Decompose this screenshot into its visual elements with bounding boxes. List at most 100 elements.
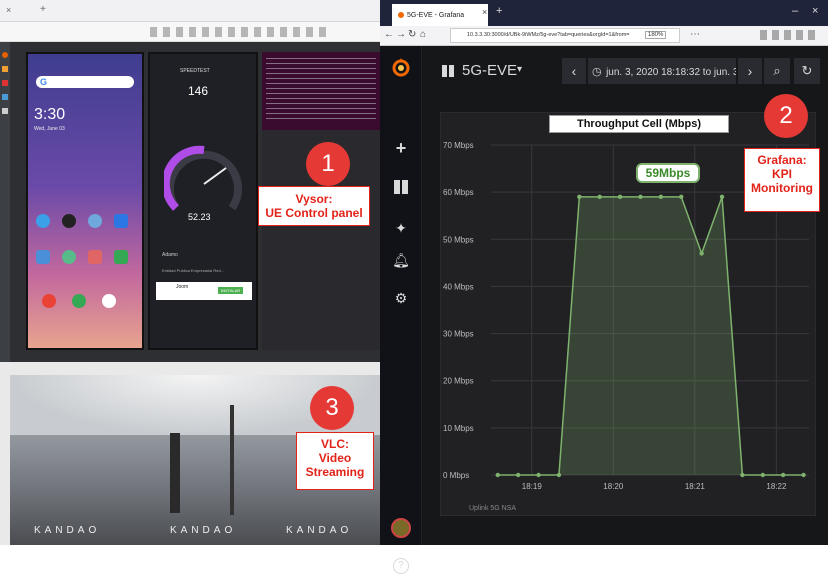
callout-grafana-line1: Grafana:	[757, 153, 807, 167]
firefox-icon[interactable]	[2, 52, 8, 58]
clock-icon: ◷	[592, 66, 602, 78]
app-icon[interactable]	[2, 108, 8, 114]
y-tick-label: 70 Mbps	[443, 141, 474, 150]
y-tick-label: 0 Mbps	[443, 471, 469, 480]
data-point	[780, 472, 786, 478]
new-tab-icon[interactable]: +	[40, 4, 46, 15]
callout-vlc-line1: VLC:	[321, 437, 349, 451]
y-tick-label: 60 Mbps	[443, 188, 474, 197]
ad-banner[interactable]: Joom INSTALAR	[156, 282, 252, 300]
address-bar-row: ← → ↻ ⌂ 10.3.3.30:3000/d/UBk-9iWMz/5g-ev…	[380, 26, 828, 46]
kandao-watermark: KANDAO	[286, 525, 353, 536]
callout-vysor-line1: Vysor:	[295, 192, 333, 206]
toolbar-icons[interactable]	[150, 27, 330, 37]
app-icon[interactable]	[36, 214, 50, 228]
chrome-icon[interactable]	[42, 294, 56, 308]
ping-value: 146	[188, 84, 209, 98]
minimize-icon[interactable]: –	[792, 5, 798, 17]
google-search-bar[interactable]: G	[36, 76, 134, 88]
taskbar-sidebar	[0, 42, 10, 362]
callout-vlc-line2: Video	[318, 451, 352, 465]
forward-icon[interactable]: →	[396, 29, 406, 40]
data-point	[617, 194, 623, 200]
camera-icon[interactable]	[102, 294, 116, 308]
grafana-logo-icon[interactable]	[391, 56, 411, 78]
grafana-favicon	[398, 12, 404, 18]
series-area	[497, 196, 804, 475]
refresh-icon[interactable]: ↻	[794, 58, 820, 84]
url-text: 10.3.3.30:3000/d/UBk-9iWMz/5g-eve?tab=qu…	[467, 32, 630, 38]
dashboards-icon[interactable]	[394, 180, 408, 194]
settings-app-icon[interactable]	[88, 214, 102, 228]
grafana-sidebar: + ✦ 🔔︎ ⚙ ?	[380, 46, 422, 574]
back-icon[interactable]: ←	[384, 29, 394, 40]
app-icon[interactable]	[36, 250, 50, 264]
dashboard-title[interactable]: 5G-EVE	[462, 62, 517, 79]
tab-close-icon[interactable]: ×	[6, 5, 11, 15]
time-range-text: jun. 3, 2020 18:18:32 to jun. 3	[606, 67, 736, 78]
app-icon[interactable]	[62, 250, 76, 264]
url-input[interactable]: 10.3.3.30:3000/d/UBk-9iWMz/5g-eve?tab=qu…	[450, 28, 680, 43]
user-avatar[interactable]	[391, 518, 411, 538]
app-icon[interactable]	[2, 80, 8, 86]
zoom-level[interactable]: 180%	[645, 31, 667, 39]
speedtest-app-icon[interactable]	[62, 214, 76, 228]
provider-name: Adamo	[162, 252, 178, 258]
x-tick-label: 18:22	[766, 482, 787, 491]
home-icon[interactable]: ⌂	[420, 29, 426, 40]
ad-name: Joom	[176, 284, 189, 290]
app-icon[interactable]	[88, 250, 102, 264]
data-point	[740, 472, 745, 478]
app-icon[interactable]	[114, 214, 128, 228]
time-range-picker[interactable]: ◷ jun. 3, 2020 18:18:32 to jun. 3	[588, 58, 736, 84]
callout-vlc: VLC: Video Streaming	[296, 432, 374, 490]
data-point	[597, 194, 602, 200]
new-tab-icon[interactable]: +	[496, 5, 502, 17]
terminal-window[interactable]	[262, 52, 380, 130]
legend-partial: Uplink 5G NSA	[469, 505, 517, 512]
dashboard-dropdown-icon[interactable]: ▾	[517, 64, 522, 75]
plus-icon[interactable]: +	[380, 138, 422, 159]
left-browser-tabbar: × +	[0, 0, 380, 22]
dashboard-grid-icon	[442, 65, 454, 77]
alerting-bell-icon[interactable]: 🔔︎	[380, 252, 422, 269]
kandao-watermark: KANDAO	[34, 525, 101, 536]
time-back-button[interactable]: ‹	[562, 58, 586, 84]
time-forward-button[interactable]: ›	[738, 58, 762, 84]
play-store-icon[interactable]	[114, 250, 128, 264]
app-icon[interactable]	[2, 66, 8, 72]
x-tick-label: 18:21	[685, 482, 706, 491]
explore-compass-icon[interactable]: ✦	[380, 220, 422, 237]
data-point	[760, 472, 765, 478]
phone-clock: 3:30	[34, 106, 66, 123]
configuration-gear-icon[interactable]: ⚙	[380, 290, 422, 307]
data-point	[699, 251, 704, 256]
help-icon[interactable]: ?	[393, 558, 409, 574]
callout-vysor-line2: UE Control panel	[265, 206, 363, 220]
data-point	[638, 194, 643, 200]
data-point	[536, 472, 541, 478]
peak-value-callout: 59Mbps	[636, 163, 700, 183]
phone-speedtest-screen[interactable]: SPEEDTEST 146 52.23 Adamo Entidad Public…	[148, 52, 258, 350]
video-tripod	[230, 405, 234, 515]
data-point	[556, 472, 562, 478]
reload-icon[interactable]: ↻	[408, 29, 416, 40]
install-button[interactable]: INSTALAR	[218, 287, 244, 294]
right-browser-tabbar: 5G-EVE - Grafana × + – ×	[380, 0, 828, 26]
phone-home-screen[interactable]: G 3:30 Wed, June 03	[26, 52, 144, 350]
y-tick-label: 50 Mbps	[443, 235, 474, 244]
speed-value: 52.23	[188, 212, 211, 222]
extension-icons[interactable]	[760, 30, 820, 40]
callout-badge-1: 1	[306, 142, 350, 186]
window-close-icon[interactable]: ×	[812, 5, 818, 17]
menu-dots-icon[interactable]: ⋯	[690, 29, 700, 40]
tab-close-icon[interactable]: ×	[482, 7, 487, 17]
callout-grafana: Grafana: KPI Monitoring	[744, 148, 820, 212]
phone-call-icon[interactable]	[72, 294, 86, 308]
tab-grafana[interactable]: 5G-EVE - Grafana	[392, 4, 488, 26]
data-point	[679, 194, 684, 200]
y-tick-label: 40 Mbps	[443, 282, 474, 291]
zoom-out-icon[interactable]: ⌕	[764, 58, 790, 84]
phone-date: Wed, June 03	[34, 126, 65, 132]
app-icon[interactable]	[2, 94, 8, 100]
